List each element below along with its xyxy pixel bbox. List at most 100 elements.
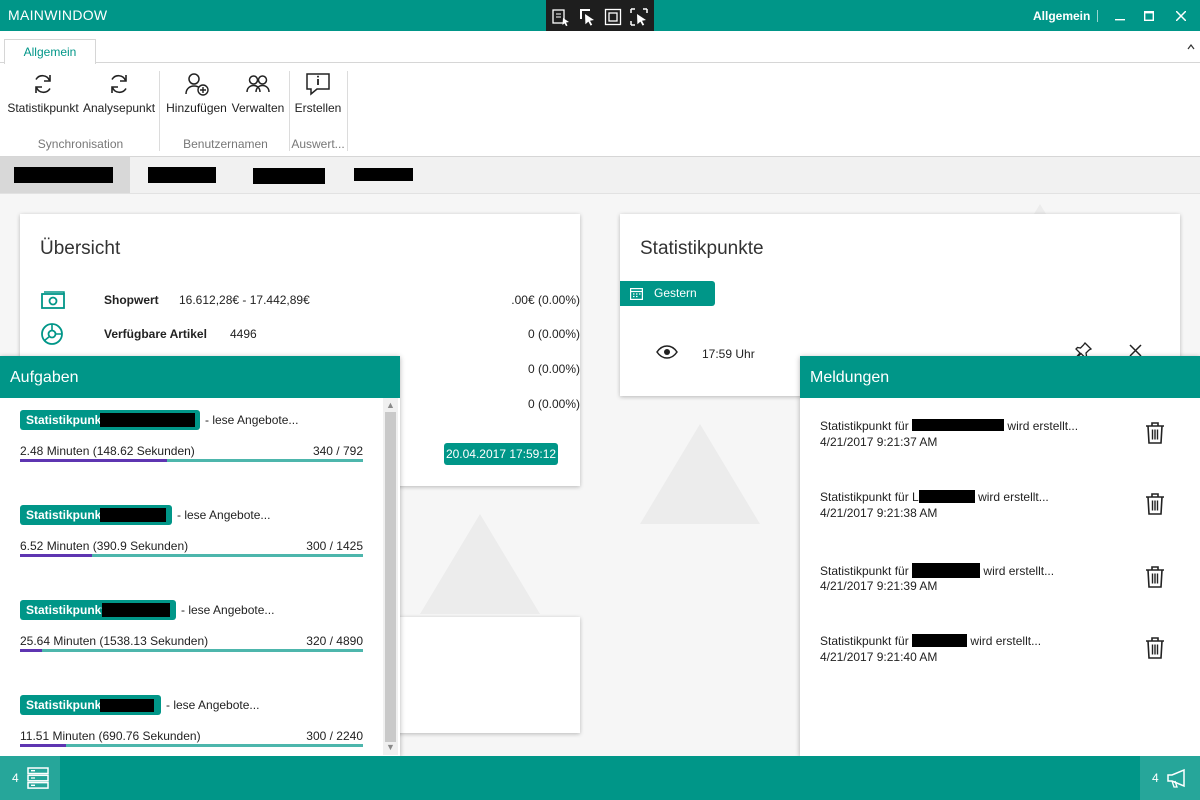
redacted-text xyxy=(912,563,981,578)
overview-row-shopwert: Shopwert 16.612,28€ - 17.442,89€ .00€ (0… xyxy=(40,288,580,312)
overview-title: Übersicht xyxy=(40,238,121,259)
manage-usernames-label: Verwalten xyxy=(231,101,285,115)
message-item: Statistikpunkt für wird erstellt... 4/21… xyxy=(820,419,1180,459)
trash-icon[interactable] xyxy=(1144,421,1166,445)
go-to-tree-icon[interactable] xyxy=(551,7,571,27)
shopwert-label: Shopwert xyxy=(104,293,159,307)
task-chip: Statistikpunkt xyxy=(20,600,176,620)
redacted-text xyxy=(14,167,113,183)
redacted-text xyxy=(912,634,968,647)
overview-row-verfuegbare-artikel: Verfügbare Artikel 4496 0 (0.00%) xyxy=(40,322,580,346)
manage-usernames-button[interactable]: Verwalten xyxy=(230,71,286,123)
redacted-text xyxy=(148,167,216,183)
view-icon[interactable] xyxy=(656,345,678,359)
task-count: 320 / 4890 xyxy=(306,634,363,648)
close-icon xyxy=(1176,10,1186,21)
ribbon-collapse-icon[interactable] xyxy=(1186,41,1198,55)
task-chip-label: Statistikpunkt xyxy=(26,698,106,712)
message-date: 4/21/2017 9:21:38 AM xyxy=(820,506,938,520)
meldungen-title: Meldungen xyxy=(800,356,1200,398)
select-element-icon[interactable] xyxy=(577,7,597,27)
meldungen-panel: Meldungen Statistikpunkt für wird erstel… xyxy=(800,356,1200,756)
create-evaluation-button[interactable]: Erstellen xyxy=(293,71,343,123)
task-progress-bar xyxy=(20,649,363,652)
document-tab[interactable] xyxy=(0,157,130,193)
sync-statistikpunkt-label: Statistikpunkt xyxy=(7,101,79,115)
statistikpunkte-title: Statistikpunkte xyxy=(640,238,764,259)
task-progress-fill xyxy=(20,744,66,747)
messages-count: 4 xyxy=(1152,771,1159,785)
background-pattern xyxy=(420,514,540,614)
ribbon-tab-allgemein[interactable]: Allgemein xyxy=(4,39,96,64)
messages-toggle-button[interactable]: 4 xyxy=(1140,756,1200,800)
create-evaluation-label: Erstellen xyxy=(294,101,342,115)
sync-statistikpunkt-button[interactable]: Statistikpunkt xyxy=(6,71,80,123)
aufgaben-panel: Aufgaben Statistikpunkt - lese Angebote.… xyxy=(0,356,400,756)
message-prefix: Statistikpunkt für xyxy=(820,419,909,433)
task-chip: Statistikpunkt xyxy=(20,695,161,715)
task-progress-fill xyxy=(20,554,93,557)
trash-icon[interactable] xyxy=(1144,492,1166,516)
overview-row-delta: 0 (0.00%) xyxy=(527,397,580,411)
task-chip: Statistikpunkt xyxy=(20,410,200,430)
ribbon-group-synchronisation: Synchronisation xyxy=(37,137,124,151)
message-suffix: wird erstellt... xyxy=(970,634,1042,648)
redacted-text xyxy=(100,699,154,712)
task-duration: 25.64 Minuten (1538.13 Sekunden) xyxy=(20,634,209,648)
tasks-toggle-button[interactable]: 4 xyxy=(0,756,60,800)
task-chip: Statistikpunkt xyxy=(20,505,172,525)
task-item: Statistikpunkt - lese Angebote... 25.64 … xyxy=(20,600,363,660)
overview-timestamp-badge: 20.04.2017 17:59:12 xyxy=(444,443,558,465)
current-user[interactable]: Allgemein xyxy=(1033,9,1090,23)
redacted-text xyxy=(100,508,166,522)
scrollbar-thumb[interactable] xyxy=(385,412,396,742)
ribbon-group-benutzernamen: Benutzernamen xyxy=(183,137,268,151)
task-progress-bar xyxy=(20,744,363,747)
redacted-text xyxy=(354,168,413,181)
document-tab[interactable] xyxy=(245,157,333,193)
add-username-label: Hinzufügen xyxy=(166,101,227,115)
filter-gestern-button[interactable]: Gestern xyxy=(620,281,715,306)
task-chip-label: Statistikpunkt xyxy=(26,508,106,522)
comment-icon xyxy=(306,73,330,96)
task-action: - lese Angebote... xyxy=(177,508,271,522)
message-text: Statistikpunkt für L wird erstellt... xyxy=(820,490,1049,504)
task-progress-fill xyxy=(20,459,168,462)
maximize-icon xyxy=(1144,10,1154,21)
redacted-text xyxy=(100,413,195,427)
message-suffix: wird erstellt... xyxy=(983,564,1055,578)
shopwert-value: 16.612,28€ - 17.442,89€ xyxy=(179,293,310,307)
task-duration: 11.51 Minuten (690.76 Sekunden) xyxy=(20,729,201,743)
sync-icon xyxy=(111,74,127,94)
document-tab[interactable] xyxy=(346,157,421,193)
document-tab[interactable] xyxy=(140,157,224,193)
maximize-button[interactable] xyxy=(1131,0,1167,31)
aufgaben-scrollbar[interactable]: ▲ ▼ xyxy=(383,398,398,755)
task-duration: 6.52 Minuten (390.9 Sekunden) xyxy=(20,539,189,553)
track-focus-icon[interactable] xyxy=(629,7,649,27)
task-item: Statistikpunkt - lese Angebote... 6.52 M… xyxy=(20,505,363,565)
message-date: 4/21/2017 9:21:39 AM xyxy=(820,579,938,593)
trash-icon[interactable] xyxy=(1144,565,1166,589)
statistikpunkt-entry-time: 17:59 Uhr xyxy=(702,347,755,361)
scroll-up-icon[interactable]: ▲ xyxy=(385,399,396,411)
trash-icon[interactable] xyxy=(1144,636,1166,660)
add-username-button[interactable]: Hinzufügen xyxy=(165,71,228,123)
calendar-icon xyxy=(630,288,643,300)
message-date: 4/21/2017 9:21:37 AM xyxy=(820,435,938,449)
task-count: 300 / 1425 xyxy=(306,539,363,553)
task-progress-bar xyxy=(20,459,363,462)
message-item: Statistikpunkt für wird erstellt... 4/21… xyxy=(820,634,1180,674)
verfuegbare-artikel-label: Verfügbare Artikel xyxy=(104,327,207,341)
display-layout-icon[interactable] xyxy=(603,7,623,27)
title-divider xyxy=(1097,10,1098,22)
sync-analysepunkt-button[interactable]: Analysepunkt xyxy=(83,71,155,123)
close-button[interactable] xyxy=(1163,0,1199,31)
task-duration: 2.48 Minuten (148.62 Sekunden) xyxy=(20,444,195,458)
scroll-down-icon[interactable]: ▼ xyxy=(385,741,396,753)
redacted-text xyxy=(912,419,1005,431)
server-stack-icon xyxy=(27,767,49,789)
overview-row-delta: 0 (0.00%) xyxy=(527,362,580,376)
ribbon: Allgemein Statistikpunkt Analysepunkt Sy… xyxy=(0,31,1200,157)
redacted-text xyxy=(102,603,170,617)
